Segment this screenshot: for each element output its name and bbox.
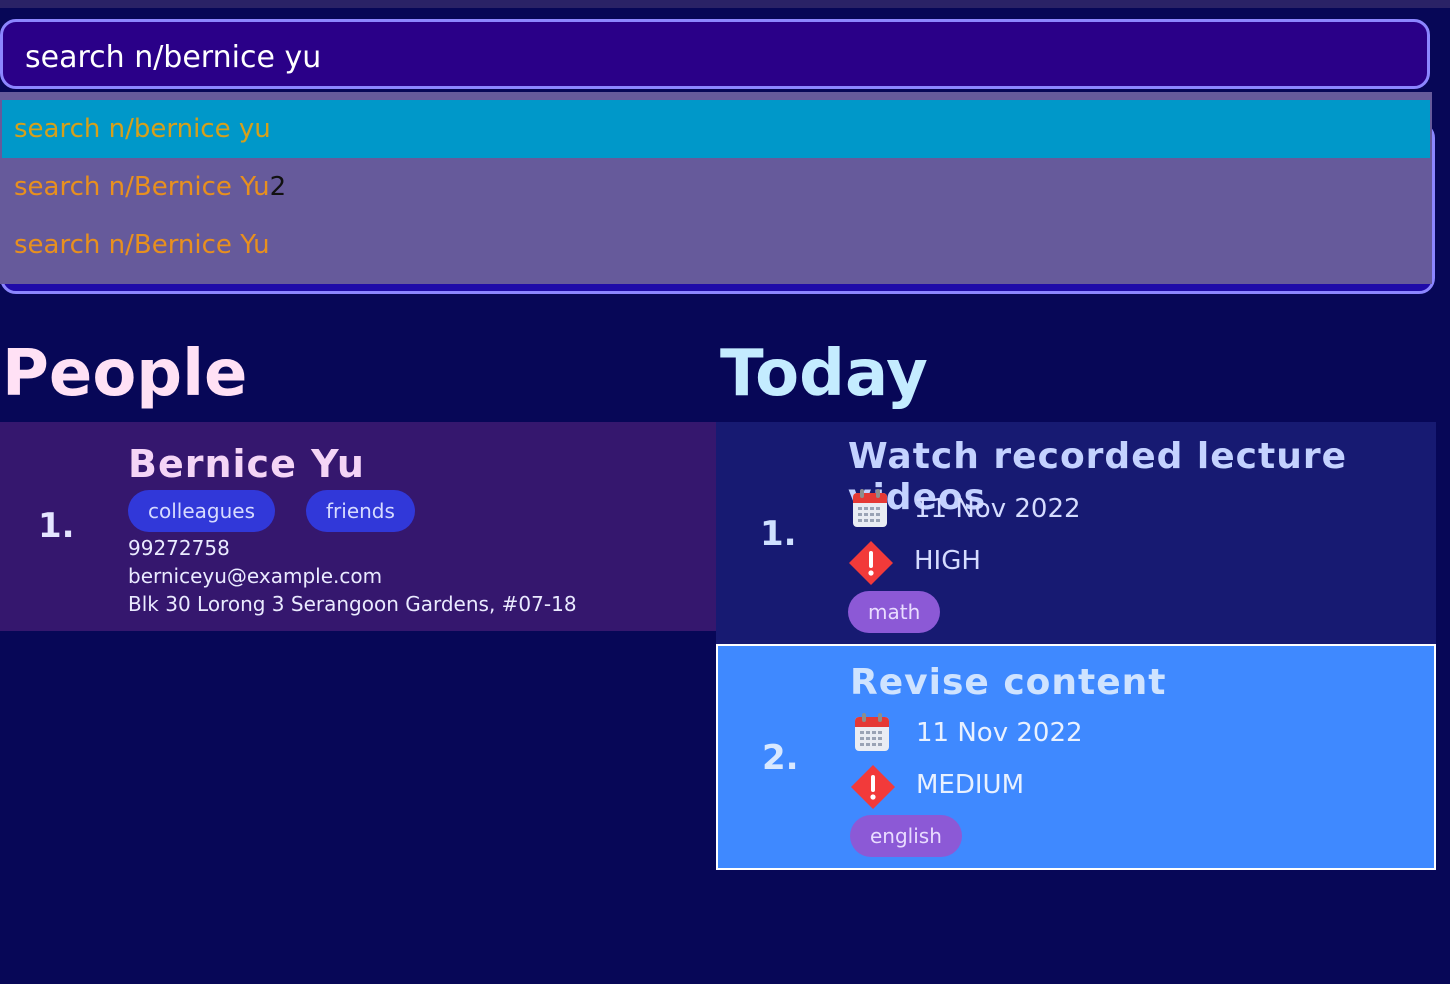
calendar-icon: [855, 713, 889, 751]
person-phone: 99272758: [128, 536, 230, 560]
task-title: Revise content: [850, 662, 1167, 703]
autocomplete-suggestions: search n/bernice yu search n/Bernice Yu2…: [0, 92, 1432, 284]
suggestion-extra: 2: [269, 172, 287, 202]
person-name: Bernice Yu: [128, 442, 365, 486]
task-tag: english: [850, 815, 962, 857]
task-date: 11 Nov 2022: [916, 718, 1083, 748]
command-box[interactable]: search n/bernice yu: [0, 19, 1430, 89]
suggestion-item[interactable]: search n/bernice yu: [2, 100, 1430, 158]
suggestion-text: search n/Bernice Yu: [14, 172, 270, 202]
task-date: 11 Nov 2022: [914, 494, 1081, 524]
person-email: berniceyu@example.com: [128, 564, 383, 588]
priority-warning-icon: [849, 541, 893, 585]
top-bar: [0, 0, 1450, 8]
priority-warning-icon: [851, 765, 895, 809]
command-input[interactable]: search n/bernice yu: [25, 40, 321, 75]
suggestion-text: search n/bernice yu: [14, 114, 271, 144]
task-index: 2.: [762, 738, 799, 778]
person-card[interactable]: 1. Bernice Yu colleagues friends 9927275…: [0, 422, 716, 631]
person-address: Blk 30 Lorong 3 Serangoon Gardens, #07-1…: [128, 592, 577, 616]
calendar-icon: [853, 489, 887, 527]
people-heading: People: [2, 337, 248, 411]
person-index: 1.: [38, 506, 75, 546]
suggestion-text: search n/Bernice Yu: [14, 230, 270, 260]
suggestion-item[interactable]: search n/Bernice Yu2: [2, 158, 1430, 216]
person-tag: colleagues: [128, 490, 276, 532]
today-heading: Today: [720, 337, 928, 411]
task-priority: HIGH: [914, 546, 981, 576]
task-priority: MEDIUM: [916, 770, 1025, 800]
task-card-selected[interactable]: 2. Revise content 11 Nov 2022 MEDIUM eng…: [716, 644, 1436, 870]
person-tag: friends: [306, 490, 415, 532]
task-index: 1.: [760, 514, 797, 554]
task-tag: math: [848, 591, 941, 633]
suggestion-item[interactable]: search n/Bernice Yu: [2, 216, 1430, 274]
task-card[interactable]: 1. Watch recorded lecture videos 11 Nov …: [716, 422, 1436, 644]
